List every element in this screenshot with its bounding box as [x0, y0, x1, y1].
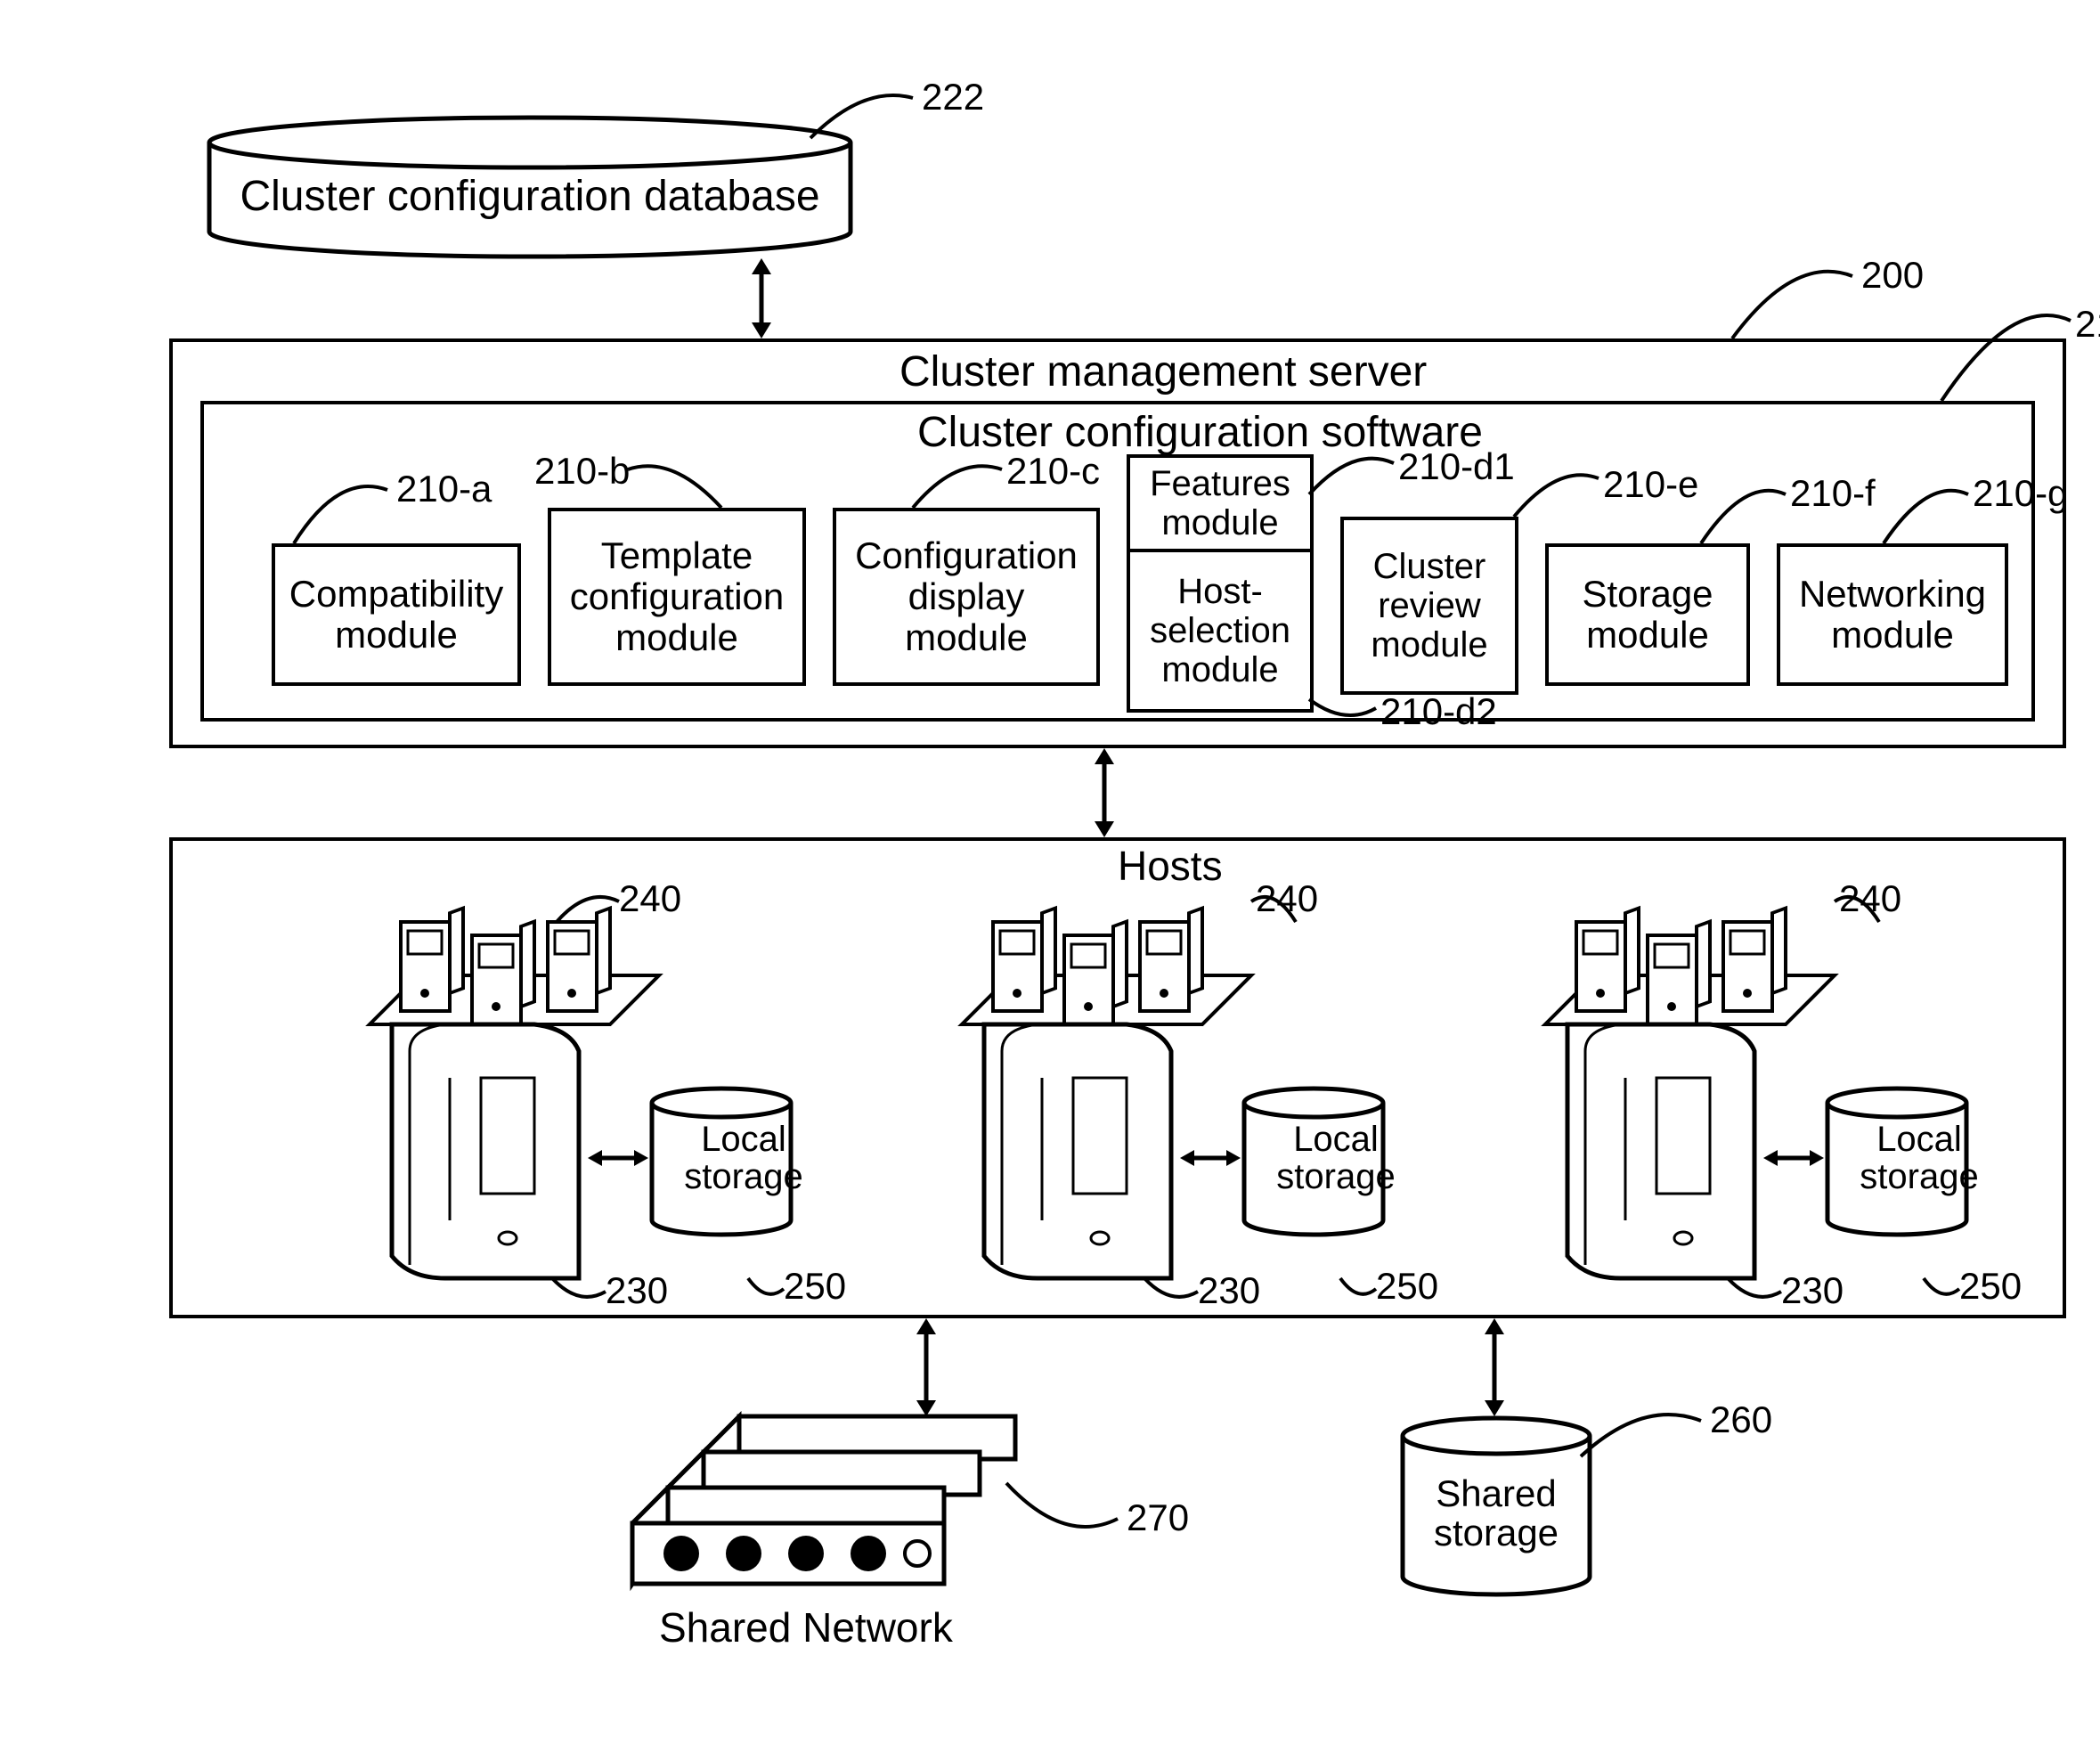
ref-curve-210d1 [1309, 454, 1398, 499]
shared-storage-label: Sharedstorage [1412, 1474, 1581, 1553]
module-host-selection: Host- selection module [1127, 549, 1314, 713]
module-compatibility: Compatibility module [272, 543, 521, 686]
module-g-l2: module [1831, 615, 1954, 656]
module-a-line2: module [335, 615, 458, 656]
ref-200: 200 [1861, 254, 1924, 297]
curve-250-1 [748, 1278, 788, 1305]
ref-260: 260 [1710, 1398, 1772, 1441]
module-g-l1: Networking [1799, 574, 1986, 615]
host-group-3 [1496, 868, 2066, 1305]
arrow-hosts-network [904, 1318, 948, 1416]
module-networking: Networking module [1777, 543, 2008, 686]
curve-230-3 [1728, 1278, 1786, 1309]
module-template: Template configuration module [548, 508, 806, 686]
module-e-l3: module [1371, 625, 1487, 665]
module-c-line1: Configuration [855, 535, 1078, 576]
ref-curve-210f [1701, 481, 1790, 548]
ref-210b: 210-b [534, 450, 630, 493]
module-b-line3: module [615, 617, 738, 658]
module-a-line1: Compatibility [289, 574, 503, 615]
curve-250-2 [1340, 1278, 1380, 1305]
module-features: Features module [1127, 454, 1314, 552]
module-d1-l1: Features [1150, 464, 1290, 503]
module-d2-l1: Host- [1177, 572, 1263, 611]
ref-222: 222 [922, 76, 984, 118]
ref-curve-210d2 [1309, 695, 1380, 726]
curve-240-1 [557, 891, 623, 926]
local-storage-label-2: Localstorage [1269, 1121, 1403, 1195]
curve-270 [1006, 1483, 1122, 1545]
curve-250-3 [1924, 1278, 1964, 1305]
ref-curve-210 [1941, 303, 2075, 405]
ref-230-3: 230 [1781, 1269, 1844, 1312]
module-e-l1: Cluster [1373, 547, 1486, 586]
ref-curve-210b [628, 459, 721, 512]
ref-230-2: 230 [1198, 1269, 1260, 1312]
ref-curve-200 [1732, 263, 1857, 343]
ref-210f: 210-f [1790, 472, 1876, 515]
module-f-l2: module [1586, 615, 1709, 656]
ref-250-2: 250 [1376, 1265, 1438, 1308]
curve-240-3 [1835, 891, 1879, 926]
shared-network-icon [632, 1407, 1051, 1603]
ref-210e: 210-e [1603, 463, 1698, 506]
module-storage: Storage module [1545, 543, 1750, 686]
ref-240-1: 240 [619, 877, 681, 920]
arrow-hosts-storage [1472, 1318, 1517, 1416]
ref-230-1: 230 [606, 1269, 668, 1312]
ref-curve-210e [1514, 468, 1603, 521]
module-display: Configuration display module [833, 508, 1100, 686]
host-group-2 [913, 868, 1483, 1305]
ref-210d1: 210-d1 [1398, 445, 1515, 488]
curve-240-2 [1251, 891, 1296, 926]
module-d2-l3: module [1161, 650, 1278, 689]
module-b-line2: configuration [570, 576, 785, 617]
ref-250-1: 250 [784, 1265, 846, 1308]
ref-210a: 210-a [396, 468, 492, 510]
curve-230-2 [1144, 1278, 1202, 1309]
ref-210c: 210-c [1006, 450, 1100, 493]
ref-curve-210c [913, 459, 1006, 512]
module-c-line2: display [908, 576, 1025, 617]
arrow-server-hosts [1082, 748, 1127, 837]
local-storage-label-1: Localstorage [677, 1121, 810, 1195]
module-f-l1: Storage [1582, 574, 1713, 615]
module-review: Cluster review module [1340, 517, 1518, 695]
ref-270: 270 [1127, 1496, 1189, 1539]
ref-curve-210a [294, 477, 392, 548]
curve-260 [1581, 1407, 1705, 1461]
module-e-l2: review [1378, 586, 1481, 625]
ref-210d2: 210-d2 [1380, 690, 1497, 733]
curve-230-1 [552, 1278, 610, 1309]
module-c-line3: module [905, 617, 1028, 658]
module-d1-l2: module [1161, 503, 1278, 542]
shared-network-label: Shared Network [659, 1603, 953, 1651]
module-b-line1: Template [601, 535, 753, 576]
ref-250-3: 250 [1959, 1265, 2022, 1308]
ref-curve-210g [1884, 481, 1973, 548]
ref-210: 210 [2075, 303, 2100, 346]
ref-210g: 210-g [1973, 472, 2068, 515]
server-title: Cluster management server [899, 347, 1427, 396]
database-label: Cluster configuration database [214, 174, 846, 221]
host-group-1 [321, 868, 891, 1305]
local-storage-label-3: Localstorage [1852, 1121, 1986, 1195]
ref-curve-222 [810, 89, 917, 143]
arrow-db-server [739, 258, 784, 338]
module-d2-l2: selection [1150, 611, 1290, 650]
